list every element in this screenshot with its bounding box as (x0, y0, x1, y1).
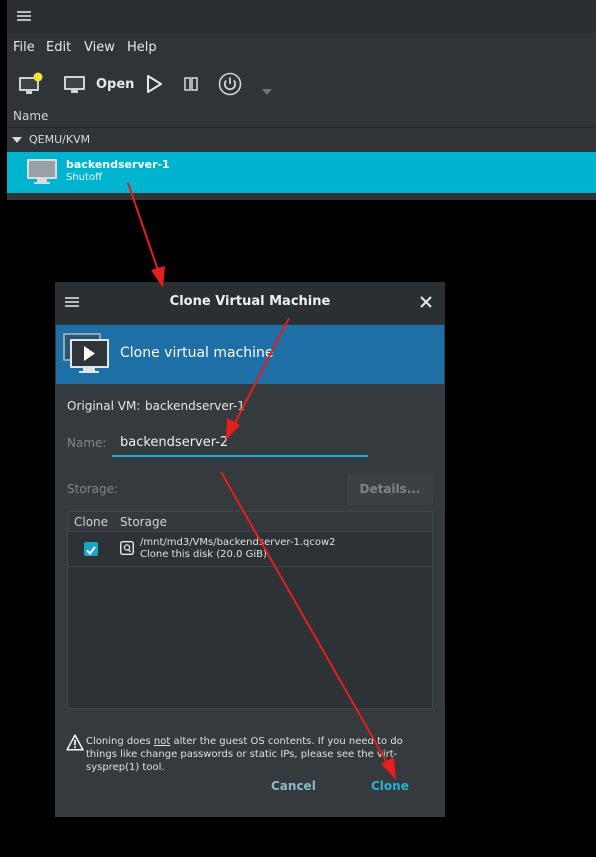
clone-vm-icon (63, 333, 109, 373)
disk-description: Clone this disk (20.0 GiB) (140, 549, 267, 560)
play-icon[interactable] (145, 72, 165, 96)
hamburger-icon[interactable] (17, 11, 31, 22)
warning-text: Cloning does not alter the guest OS cont… (86, 735, 436, 774)
dropdown-arrow-icon[interactable] (261, 80, 273, 104)
warning-text-part: Cloning does (86, 736, 154, 747)
name-input[interactable] (112, 430, 368, 457)
group-label: QEMU/KVM (29, 133, 91, 146)
open-button[interactable]: Open (96, 77, 134, 92)
vm-status: Shutoff (66, 172, 102, 183)
menu-help[interactable]: Help (127, 40, 157, 55)
cancel-button[interactable]: Cancel (271, 779, 316, 793)
original-vm-value: backendserver-1 (145, 399, 245, 413)
disk-path: /mnt/md3/VMs/backendserver-1.qcow2 (140, 537, 336, 548)
table-header: Clone Storage (68, 512, 432, 532)
warning-icon (66, 734, 84, 751)
close-icon[interactable] (417, 293, 435, 311)
checkbox-icon[interactable] (84, 542, 98, 556)
power-icon[interactable] (218, 72, 242, 96)
expander-icon[interactable] (12, 137, 22, 143)
menubar: File Edit View Help (7, 34, 596, 62)
menu-edit[interactable]: Edit (46, 40, 71, 55)
menu-view[interactable]: View (84, 40, 115, 55)
group-row[interactable]: QEMU/KVM (7, 129, 596, 151)
details-button[interactable]: Details... (347, 474, 433, 505)
dialog-titlebar: Clone Virtual Machine (55, 282, 445, 324)
vm-monitor-icon (27, 159, 57, 184)
dialog-title: Clone Virtual Machine (169, 294, 331, 309)
banner-title: Clone virtual machine (120, 345, 274, 361)
menu-file[interactable]: File (13, 40, 35, 55)
list-header[interactable]: Name (7, 106, 596, 128)
main-window: File Edit View Help Open Name QEMU/KVM b… (7, 0, 596, 200)
column-clone[interactable]: Clone (74, 515, 108, 529)
original-vm-label: Original VM: (67, 399, 141, 413)
monitor-icon[interactable] (63, 72, 87, 96)
dialog-banner: Clone virtual machine (56, 325, 444, 384)
vm-row-selected[interactable]: backendserver-1 Shutoff (7, 152, 596, 193)
clone-dialog: Clone Virtual Machine Clone virtual mach… (55, 282, 445, 817)
column-name[interactable]: Name (13, 109, 48, 123)
storage-label: Storage: (67, 482, 118, 496)
disk-icon (120, 541, 134, 555)
toolbar: Open (7, 62, 596, 106)
main-titlebar (7, 0, 596, 34)
pause-icon[interactable] (183, 72, 201, 96)
warning-emphasis: not (153, 736, 171, 747)
clone-button[interactable]: Clone (371, 779, 409, 793)
new-vm-icon[interactable] (18, 72, 44, 96)
column-storage[interactable]: Storage (120, 515, 167, 529)
name-label: Name: (67, 436, 107, 450)
vm-name: backendserver-1 (66, 158, 170, 171)
table-row[interactable]: /mnt/md3/VMs/backendserver-1.qcow2 Clone… (68, 533, 432, 567)
storage-table: Clone Storage /mnt/md3/VMs/backendserver… (67, 511, 433, 709)
